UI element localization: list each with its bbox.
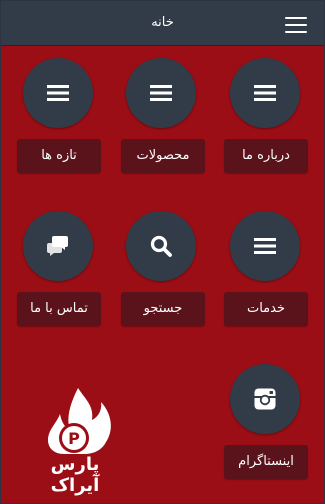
logo-text: پارس آیراک [50, 454, 100, 496]
menu-lines-icon [150, 85, 172, 101]
news-circle-button[interactable] [23, 58, 93, 128]
search-icon [150, 235, 172, 257]
menu-lines-icon [254, 85, 276, 101]
products-circle-button[interactable] [126, 58, 196, 128]
top-bar: خانه [1, 1, 324, 46]
contact-us-circle-button[interactable] [23, 211, 93, 281]
svg-text:P: P [68, 429, 80, 448]
page-title: خانه [151, 15, 174, 30]
services-circle-button[interactable] [230, 211, 300, 281]
hamburger-menu-icon[interactable] [285, 17, 307, 33]
chat-bubbles-icon [47, 236, 68, 256]
instagram-icon [254, 388, 276, 410]
search-button[interactable]: جستجو [121, 292, 205, 326]
products-button[interactable]: محصولات [121, 139, 205, 173]
news-button[interactable]: تازه ها [17, 139, 101, 173]
menu-lines-icon [254, 238, 276, 254]
about-us-circle-button[interactable] [230, 58, 300, 128]
menu-lines-icon [47, 85, 69, 101]
search-circle-button[interactable] [126, 211, 196, 281]
about-us-button[interactable]: درباره ما [224, 139, 308, 173]
instagram-button[interactable]: اینستاگرام [224, 445, 308, 479]
instagram-circle-button[interactable] [230, 364, 300, 434]
services-button[interactable]: خدمات [224, 292, 308, 326]
contact-us-button[interactable]: تماس با ما [17, 292, 101, 326]
